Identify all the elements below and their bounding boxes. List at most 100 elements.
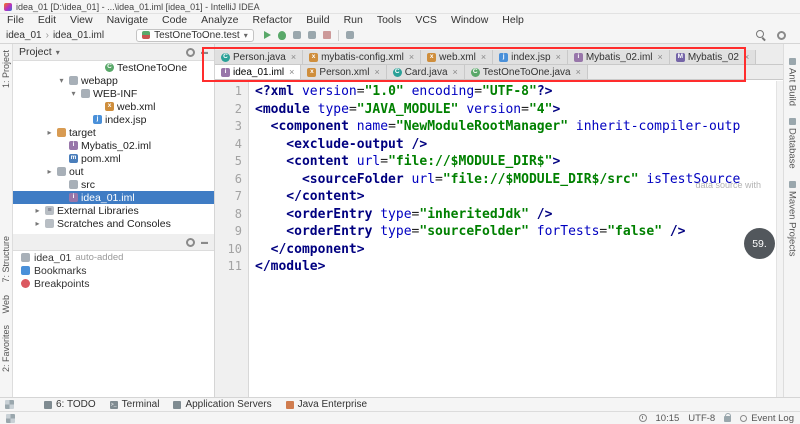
tool-button-database[interactable]: Database [787, 118, 798, 169]
menu-item-help[interactable]: Help [495, 14, 531, 27]
tree-item-mybatis-02-iml[interactable]: Mybatis_02.iml [13, 139, 214, 152]
progress-badge[interactable]: 59. [744, 228, 775, 259]
favorites-item-breakpoints[interactable]: Breakpoints [13, 277, 214, 290]
iml-file-icon [573, 52, 583, 62]
close-tab-icon[interactable]: × [576, 67, 581, 77]
menu-item-navigate[interactable]: Navigate [100, 14, 155, 27]
menu-item-view[interactable]: View [63, 14, 100, 27]
close-tab-icon[interactable]: × [289, 67, 294, 77]
tree-item-external-libraries[interactable]: ▸External Libraries [13, 204, 214, 217]
editor-tab-mybatis-config-xml[interactable]: mybatis-config.xml× [303, 50, 422, 64]
tool-button-java-enterprise[interactable]: Java Enterprise [285, 399, 367, 410]
tree-expand-icon[interactable]: ▸ [33, 206, 42, 215]
breadcrumb-item-idea-01[interactable]: idea_01 [6, 30, 42, 41]
tool-button-terminal[interactable]: Terminal [109, 399, 159, 410]
event-log[interactable]: Event Log [740, 413, 794, 424]
tree-item-pom-xml[interactable]: pom.xml [13, 152, 214, 165]
status-bar-right: 10:15 UTF-8 Event Log [638, 413, 794, 424]
favorites-item-idea-01[interactable]: idea_01 auto-added [13, 251, 214, 264]
editor-code[interactable]: <?xml version="1.0" encoding="UTF-8"?> <m… [249, 81, 776, 397]
tree-item-testonetoone[interactable]: TestOneToOne [13, 61, 214, 74]
editor-tab-mybatis-02[interactable]: Mybatis_02× [669, 50, 757, 64]
run-button[interactable] [263, 31, 271, 39]
line-number: 10 [227, 241, 242, 256]
tree-expand-icon[interactable]: ▾ [57, 76, 66, 85]
editor-tab-person-java[interactable]: Person.java× [215, 50, 304, 64]
menu-item-tools[interactable]: Tools [370, 14, 409, 27]
update-project-button[interactable] [345, 31, 354, 39]
editor-tab-person-xml[interactable]: Person.xml× [301, 65, 387, 79]
debug-button[interactable] [277, 30, 286, 40]
close-tab-icon[interactable]: × [291, 52, 296, 62]
tree-item-web-inf[interactable]: ▾ WEB-INF [13, 87, 214, 100]
tree-expand-icon[interactable]: ▸ [33, 219, 42, 228]
tree-item-index-jsp[interactable]: index.jsp [13, 113, 214, 126]
editor-tab-testonetoone-java[interactable]: TestOneToOne.java× [464, 65, 588, 79]
stop-button[interactable] [322, 31, 331, 39]
editor-tab-web-xml[interactable]: web.xml× [421, 50, 494, 64]
status-encoding[interactable]: UTF-8 [688, 413, 715, 424]
menu-item-analyze[interactable]: Analyze [194, 14, 245, 27]
breakpoint-icon [21, 279, 30, 288]
tool-button-7-structure[interactable]: 7: Structure [1, 236, 11, 283]
tree-expand-icon[interactable]: ▾ [69, 89, 78, 98]
editor-tab-mybatis-02-iml[interactable]: Mybatis_02.iml× [567, 50, 670, 64]
close-tab-icon[interactable]: × [481, 52, 486, 62]
line-number: 11 [227, 259, 242, 273]
close-tab-icon[interactable]: × [744, 52, 749, 62]
menu-item-vcs[interactable]: VCS [408, 14, 444, 27]
close-tab-icon[interactable]: × [409, 52, 414, 62]
editor-scrollbar[interactable] [776, 81, 783, 397]
favorites-item-bookmarks[interactable]: Bookmarks [13, 264, 214, 277]
menu-item-refactor[interactable]: Refactor [246, 14, 300, 27]
tree-item-idea-01-iml[interactable]: idea_01.iml [13, 191, 214, 204]
tool-button-2-favorites[interactable]: 2: Favorites [1, 325, 11, 372]
menu-item-build[interactable]: Build [299, 14, 336, 27]
scratch-icon [45, 219, 54, 228]
hide-panel-icon[interactable]: ▬ [201, 239, 208, 246]
profiler-button[interactable] [307, 31, 316, 39]
editor-tab-index-jsp[interactable]: index.jsp× [493, 50, 568, 64]
tool-button-maven-projects[interactable]: Maven Projects [787, 180, 798, 256]
menu-item-code[interactable]: Code [155, 14, 194, 27]
lock-icon[interactable] [724, 413, 732, 422]
chevron-down-icon[interactable]: ▾ [56, 48, 60, 57]
menu-item-edit[interactable]: Edit [31, 14, 63, 27]
tree-expand-icon[interactable]: ▸ [45, 128, 54, 137]
tree-item-scratches-and-consoles[interactable]: ▸ Scratches and Consoles [13, 217, 214, 230]
tool-button-1-project[interactable]: 1: Project [1, 50, 11, 88]
settings-gear-icon[interactable] [186, 237, 195, 247]
tool-button-application-servers[interactable]: Application Servers [173, 399, 272, 410]
tree-item-webapp[interactable]: ▾ webapp [13, 74, 214, 87]
coverage-button[interactable] [292, 31, 301, 39]
tree-item-out[interactable]: ▸ out [13, 165, 214, 178]
folder-ex-icon [57, 128, 66, 137]
status-grid-icon[interactable] [6, 413, 15, 423]
breadcrumb-item-idea-01-iml[interactable]: idea_01.iml [53, 30, 104, 41]
tree-expand-icon[interactable]: ▸ [45, 167, 54, 176]
search-icon[interactable] [756, 29, 767, 41]
settings-gear-icon[interactable] [186, 47, 195, 57]
close-tab-icon[interactable]: × [453, 67, 458, 77]
tool-windows-switcher-icon[interactable] [5, 400, 14, 409]
tool-button-ant-build[interactable]: Ant Build [787, 58, 798, 106]
tree-item-web-xml[interactable]: web.xml [13, 100, 214, 113]
tree-item-target[interactable]: ▸ target [13, 126, 214, 139]
menu-item-window[interactable]: Window [444, 14, 495, 27]
project-panel-title[interactable]: Project [19, 46, 52, 58]
menu-item-file[interactable]: File [0, 14, 31, 27]
run-config-select[interactable]: TestOneToOne.test ▾ [136, 28, 254, 42]
editor-tab-card-java[interactable]: Card.java× [386, 65, 465, 79]
tool-button-web[interactable]: Web [1, 295, 11, 313]
editor-tab-idea-01-iml[interactable]: idea_01.iml× [215, 65, 302, 79]
menu-item-run[interactable]: Run [337, 14, 370, 27]
settings-gear-icon[interactable] [777, 30, 786, 40]
line-number: 1 [234, 84, 242, 98]
tree-item-src[interactable]: src [13, 178, 214, 191]
close-tab-icon[interactable]: × [658, 52, 663, 62]
left-tool-stripe: 1: Project 7: Structure Web 2: Favorites [0, 44, 13, 397]
tool-button-6-todo[interactable]: 6: TODO [44, 399, 96, 410]
hide-panel-icon[interactable]: ▬ [201, 49, 208, 56]
close-tab-icon[interactable]: × [374, 67, 379, 77]
close-tab-icon[interactable]: × [556, 52, 561, 62]
